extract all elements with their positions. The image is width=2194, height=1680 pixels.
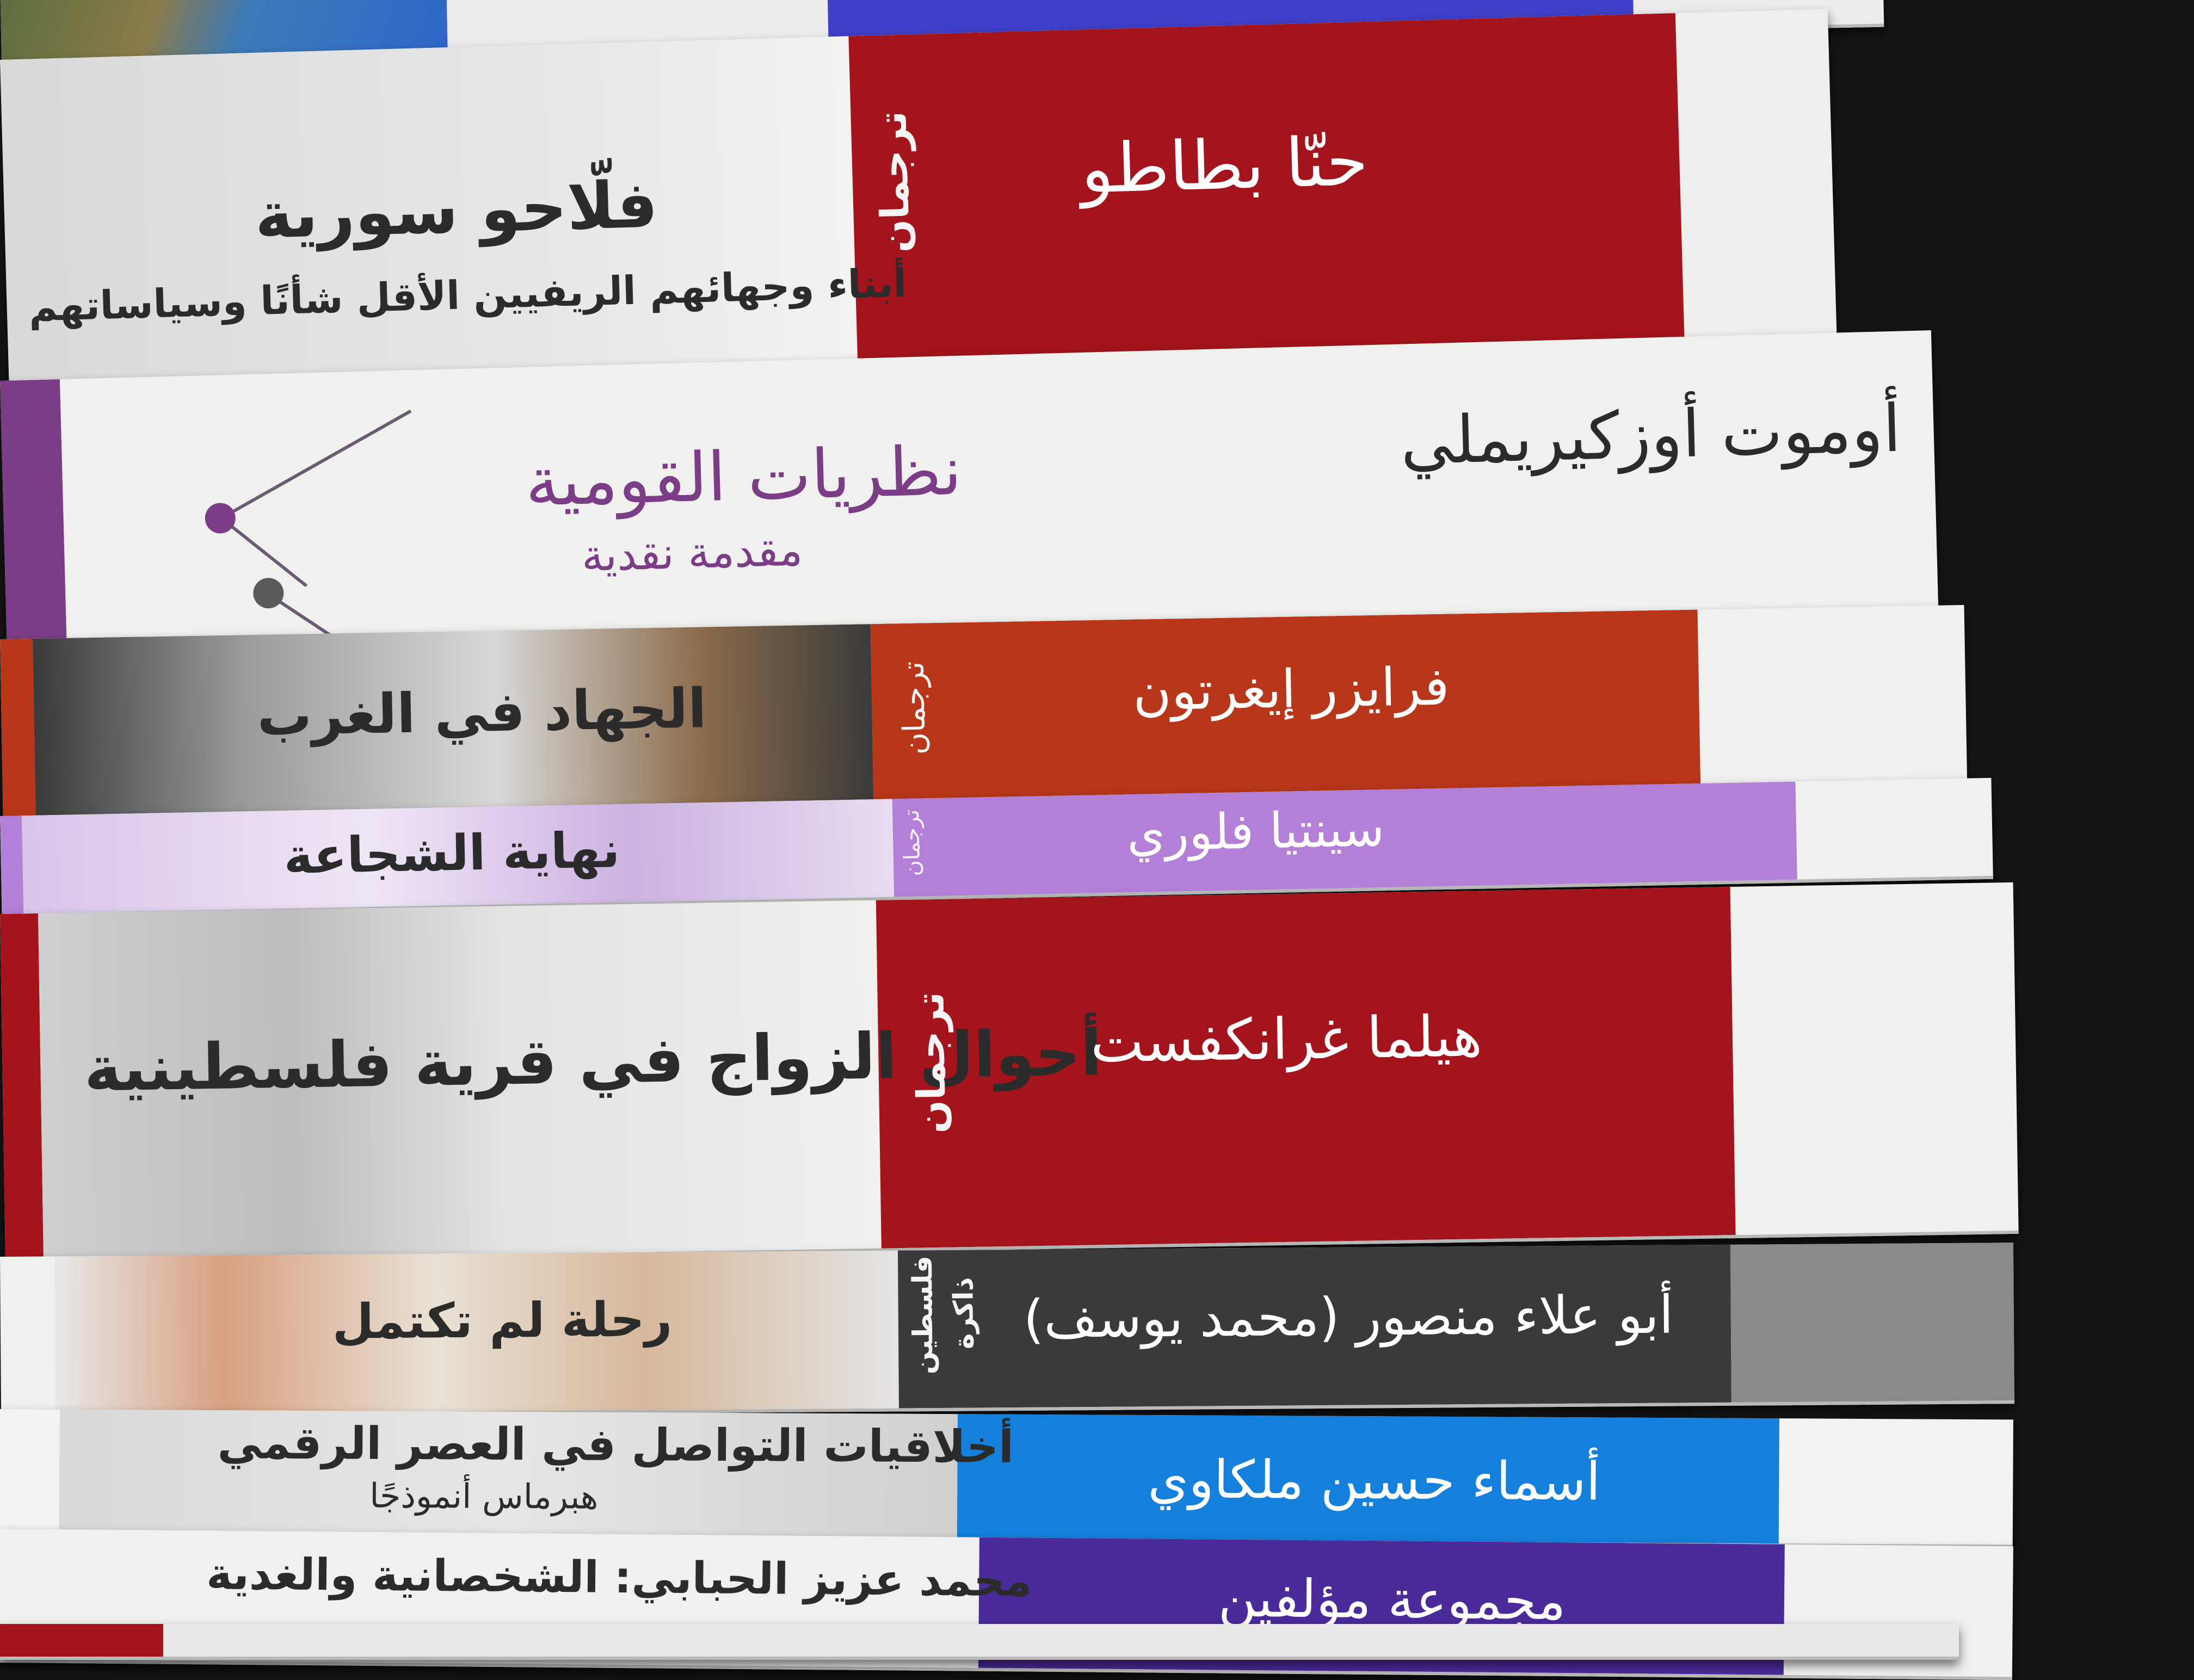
spine-accent-edge: [0, 816, 24, 914]
book-subtitle: مقدمة نقدية: [581, 524, 804, 582]
book-author: فرايزر إيغرتون: [1132, 656, 1450, 722]
series-label-zakira: ذاكرة: [947, 1277, 980, 1350]
spine-accent-edge: [0, 638, 36, 824]
book-bottom-partial: [0, 1624, 1959, 1660]
book-spine-5: أحوال الزواج في قرية فلسطينية ترجمان هيل…: [0, 882, 2019, 1265]
spine-accent-edge: [0, 379, 67, 658]
book-title: رحلة لم تكتمل: [332, 1291, 673, 1350]
book-author: مجموعة مؤلفين: [1218, 1567, 1567, 1632]
book-title: نظريات القومية: [524, 431, 963, 522]
spine-grey-end: [1730, 1243, 2014, 1403]
spine-accent-edge: [0, 1624, 163, 1657]
book-author: أوموت أوزكيريملي: [1399, 391, 1902, 480]
book-author: حنّا بطاطو: [1080, 122, 1370, 209]
book-author: أبو علاء منصور (محمد يوسف): [1023, 1284, 1674, 1350]
book-title: فلّاحو سورية: [254, 166, 659, 254]
book-author: هيلما غرانكفست: [1089, 1003, 1483, 1076]
book-subtitle: هبرماس أنموذجًا: [369, 1475, 599, 1517]
series-label: ترجمان: [907, 991, 955, 1134]
series-label: ترجمان: [869, 110, 919, 254]
spine-accent-edge: [0, 913, 44, 1262]
book-title: الجهاد في الغرب: [256, 676, 707, 748]
book-title: نهاية الشجاعة: [283, 822, 621, 885]
book-spine-6: رحلة لم تكتمل ذاكرة فلسطين أبو علاء منصو…: [0, 1243, 2014, 1418]
series-label: ترجمان: [899, 809, 926, 876]
book-title: محمد عزيز الحبابي: الشخصانية والغدية: [206, 1548, 1032, 1607]
series-label: ترجمان: [895, 661, 933, 755]
series-label-filastin: فلسطين: [907, 1255, 939, 1375]
cover-white-area: [59, 330, 1939, 657]
book-title: أخلاقيات التواصل في العصر الرقمي: [217, 1417, 1014, 1473]
book-author: سينتيا فلوري: [1126, 800, 1385, 863]
book-spine-7: أخلاقيات التواصل في العصر الرقمي هبرماس …: [0, 1409, 2013, 1548]
book-author: أسماء حسين ملكاوي: [1148, 1449, 1601, 1512]
